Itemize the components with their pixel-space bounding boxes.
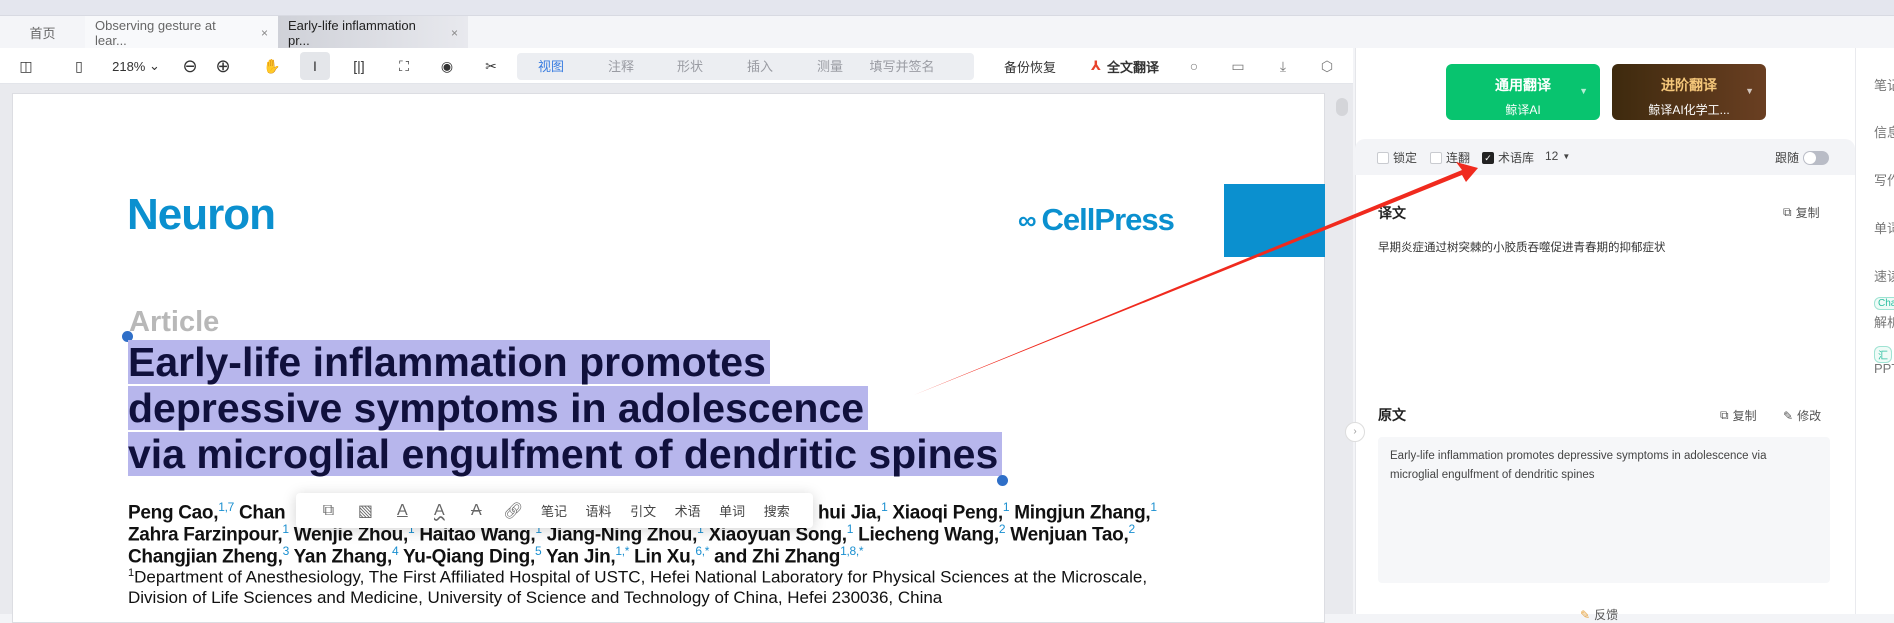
collapse-panel-button[interactable]: › (1345, 422, 1365, 442)
tab-shape[interactable]: 形状 (677, 53, 703, 80)
lock-checkbox[interactable]: 锁定 (1377, 149, 1417, 166)
tab-early-life[interactable]: Early-life inflammation pr... × (278, 16, 468, 49)
strikethrough-icon[interactable]: A (458, 502, 495, 520)
selection-end-handle[interactable] (997, 475, 1008, 486)
fullscreen-icon[interactable]: ⛶ (392, 52, 416, 80)
termbase-checkbox[interactable]: ✓ 术语库 (1482, 149, 1534, 166)
sidebar-item-analysis[interactable]: 解析 (1874, 312, 1894, 331)
download-icon[interactable]: ⤓ (1271, 52, 1295, 80)
translation-label: 译文 (1378, 205, 1406, 221)
font-size-select[interactable]: 12 ▼ (1545, 149, 1570, 163)
copy-icon: ⧉ (1783, 205, 1792, 219)
close-icon[interactable]: × (451, 26, 458, 40)
comment-icon[interactable]: ▭ (1226, 52, 1250, 80)
zoom-select[interactable]: 218% ⌄ (108, 52, 164, 80)
tab-measure[interactable]: 测量 (817, 53, 843, 80)
affiliation-line: Division of Life Sciences and Medicine, … (128, 588, 943, 607)
popup-citation[interactable]: 引文 (621, 501, 666, 520)
authors-line: Changjian Zheng,3 Yan Zhang,4 Yu-Qiang D… (128, 544, 864, 568)
source-label: 原文 (1378, 407, 1406, 423)
source-text[interactable]: Early-life inflammation promotes depress… (1378, 437, 1830, 583)
sidebar-item-words[interactable]: 单词 (1874, 218, 1894, 237)
authors-line: Peng Cao,1,7 Chan (128, 500, 286, 524)
view-mode-tabs: 视图 注释 形状 插入 测量 填写并签名 (517, 53, 974, 80)
copy-translation-button[interactable]: ⧉ 复制 (1783, 204, 1820, 221)
article-type: Article (129, 306, 220, 338)
popup-word[interactable]: 单词 (710, 501, 755, 520)
chevron-down-icon: ▼ (1579, 86, 1588, 96)
chat-badge: Chat (1874, 297, 1894, 310)
popup-notes[interactable]: 笔记 (532, 501, 577, 520)
sidebar-toggle-icon[interactable]: ◫ (14, 52, 38, 80)
squiggly-icon[interactable]: A (421, 502, 458, 520)
selection-popup-toolbar: ⧉ ▧ A A A 🔗︎ 笔记 语料 引文 术语 单词 搜索 (296, 493, 813, 528)
edit-source-button[interactable]: ✎ 修改 (1783, 407, 1821, 424)
copy-icon: ⧉ (1720, 408, 1729, 422)
tab-view[interactable]: 视图 (538, 53, 564, 80)
tab-annotate[interactable]: 注释 (608, 53, 634, 80)
pencil-icon: ✎ (1783, 408, 1794, 423)
header-color-block (1224, 184, 1325, 257)
advanced-translate-button[interactable]: 进阶翻译 鲸译AI化学工... ▼ (1612, 64, 1766, 120)
hand-tool-icon[interactable]: ✋ (260, 52, 284, 80)
settings-icon[interactable]: ⬡ (1315, 52, 1339, 80)
tab-insert[interactable]: 插入 (747, 53, 773, 80)
authors-line: hui Jia,1 Xiaoqi Peng,1 Mingjun Zhang,1 (818, 500, 1157, 524)
tab-bar: 首页 Observing gesture at lear... × Early-l… (0, 15, 1894, 49)
highlight-icon[interactable]: ▧ (347, 501, 384, 521)
follow-toggle[interactable]: 跟随 (1775, 149, 1830, 166)
cellpress-icon: ∞ (1018, 204, 1037, 235)
chevron-down-icon: ▼ (1745, 86, 1754, 96)
toolbar: ◫ ▯ 218% ⌄ ⊖ ⊕ ✋ I [|] ⛶ ◉ ✂ 视图 注释 形状 插入… (0, 48, 1353, 84)
publisher-logo: ∞ CellPress (1018, 202, 1175, 237)
title-line[interactable]: depressive symptoms in adolescence (128, 386, 869, 430)
search-icon[interactable]: ○ (1182, 52, 1206, 80)
tab-home[interactable]: 首页 (0, 16, 85, 49)
text-select-icon[interactable]: I (300, 52, 330, 80)
pdf-icon: ⅄ (1091, 58, 1101, 73)
link-icon[interactable]: 🔗︎ (495, 501, 532, 521)
affiliation-line: 1Department of Anesthesiology, The First… (128, 567, 1148, 587)
general-translate-button[interactable]: 通用翻译 鲸译AI ▼ (1446, 64, 1600, 120)
backup-restore-button[interactable]: 备份恢复 (1000, 52, 1060, 80)
journal-logo: Neuron (127, 190, 276, 239)
close-icon[interactable]: × (261, 26, 268, 40)
tab-label: Early-life inflammation pr... (288, 17, 416, 48)
split-view-icon[interactable]: [|] (347, 52, 371, 80)
scissors-icon[interactable]: ✂ (479, 52, 503, 80)
tab-observing-gesture[interactable]: Observing gesture at lear... × (85, 16, 278, 49)
right-sidebar: 笔记 信息 写作 单词 速读 Chat 解析 汇 PPT (1855, 48, 1894, 614)
sidebar-item-info[interactable]: 信息 (1874, 122, 1894, 141)
feedback-button[interactable]: ✎ 反馈 (1580, 606, 1618, 623)
tab-label: Observing gesture at lear... (95, 17, 216, 48)
full-translate-button[interactable]: ⅄ 全文翻译 (1080, 52, 1170, 80)
title-line[interactable]: via microglial engulfment of dendritic s… (128, 432, 1003, 476)
sidebar-item-notes[interactable]: 笔记 (1874, 75, 1894, 94)
sidebar-item-writing[interactable]: 写作 (1874, 170, 1894, 189)
eye-protect-icon[interactable]: ◉ (435, 52, 459, 80)
scrollbar[interactable] (1336, 98, 1348, 116)
sidebar-item-speedread[interactable]: 速读 (1874, 266, 1894, 285)
copy-icon[interactable]: ⧉ (310, 502, 347, 520)
tab-fill-sign[interactable]: 填写并签名 (869, 53, 934, 80)
feedback-icon: ✎ (1580, 607, 1591, 622)
window-title-bar (0, 0, 1894, 15)
popup-term[interactable]: 术语 (665, 501, 710, 520)
translate-options: 锁定 连翻 ✓ 术语库 12 ▼ 跟随 (1355, 139, 1855, 175)
zoom-out-icon[interactable]: ⊖ (178, 52, 202, 80)
title-line[interactable]: Early-life inflammation promotes (128, 340, 770, 384)
translation-text: 早期炎症通过树突棘的小胶质吞噬促进青春期的抑郁症状 (1378, 242, 1666, 254)
copy-source-button[interactable]: ⧉ 复制 (1720, 407, 1757, 424)
zoom-in-icon[interactable]: ⊕ (211, 52, 235, 80)
sidebar-item-ppt[interactable]: PPT (1874, 361, 1894, 376)
underline-icon[interactable]: A (384, 502, 421, 520)
page-view-icon[interactable]: ▯ (67, 52, 91, 80)
popup-search[interactable]: 搜索 (754, 501, 799, 520)
popup-corpus[interactable]: 语料 (576, 501, 621, 520)
tab-label: 首页 (29, 26, 56, 41)
continuous-checkbox[interactable]: 连翻 (1430, 149, 1470, 166)
